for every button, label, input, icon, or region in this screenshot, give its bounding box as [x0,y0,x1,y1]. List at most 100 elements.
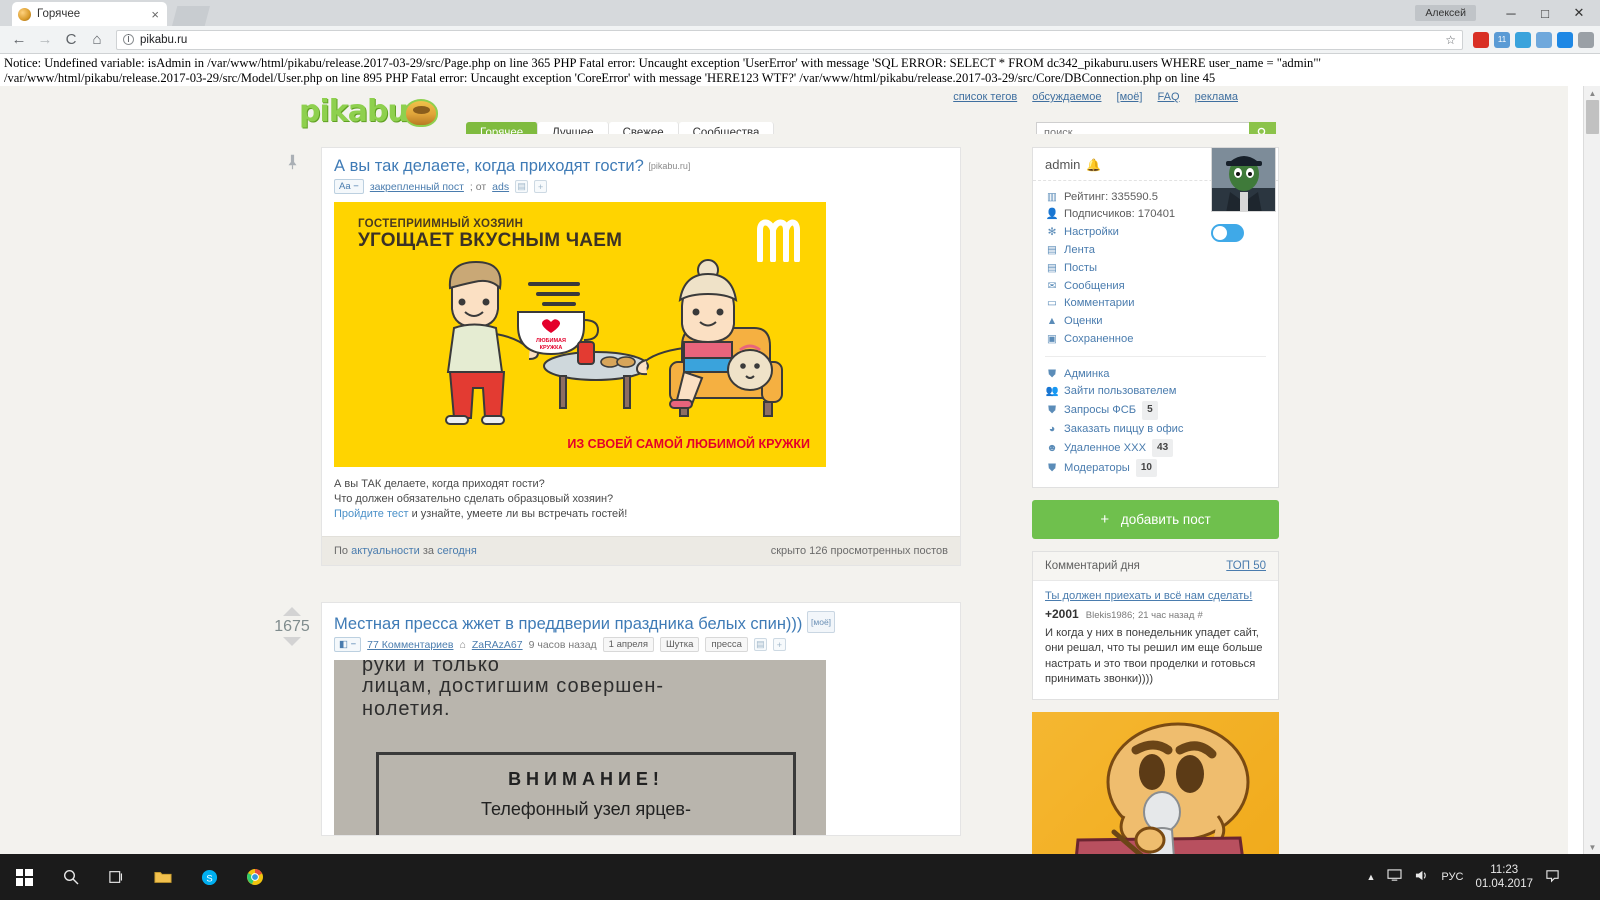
tray-expand-icon[interactable]: ▲ [1366,872,1375,882]
taskbar-show-desktop[interactable] [1568,854,1600,900]
sort-by-relevance-link[interactable]: актуальности [351,545,420,557]
username-label[interactable]: admin [1045,157,1080,172]
top-50-link[interactable]: ТОП 50 [1226,560,1266,572]
post-title[interactable]: А вы так делаете, когда приходят гости? … [322,148,960,176]
save-post-icon[interactable]: ▤ [515,180,529,193]
windows-logo-icon [15,868,33,886]
skype-icon[interactable]: S [186,854,232,900]
chrome-menu-icon[interactable] [1578,31,1594,48]
post-author-link[interactable]: ads [492,181,509,193]
post-tag[interactable]: Шутка [659,637,700,652]
task-view-icon[interactable] [94,854,140,900]
media-type-button[interactable]: ◧ − [334,637,362,652]
expand-post-icon[interactable]: + [534,180,548,193]
ad-kicker-text: ГОСТЕПРИИМНЫЙ ХОЗЯИН [358,218,524,230]
download-icon[interactable] [1557,31,1573,48]
address-bar[interactable]: i pikabu.ru ☆ [116,29,1463,50]
post-body-line-3: Пройдите тест и узнайте, умеете ли вы вс… [334,507,948,522]
home-icon[interactable]: ⌂ [84,27,110,53]
expand-post-icon[interactable]: + [772,638,786,651]
sidebar-item-badge: 5 [1142,401,1158,420]
post-title-link[interactable]: Местная пресса жжет в преддверии праздни… [334,615,802,633]
sidebar-advertisement[interactable]: СТЕНДОВЫЕ МОДЕЛИСТЫ [1032,711,1279,854]
post-tag[interactable]: пресса [705,637,748,652]
taskbar-search-icon[interactable] [48,854,94,900]
top-link-tags[interactable]: список тегов [953,91,1017,103]
tab-close-icon[interactable]: × [149,7,161,22]
sidebar-item-label: Админка [1064,367,1110,380]
bookmark-star-icon[interactable]: ☆ [1445,33,1456,47]
photo-attention-text: ВНИМАНИЕ! [508,769,664,789]
sidebar-item-order-pizza[interactable]: ◕ Заказать пиццу в офис [1045,420,1266,438]
sidebar-item-login-as-user[interactable]: 👥 Зайти пользователем [1045,383,1266,401]
photo-text-line-1: лицам, достигшим совершен- [362,675,665,697]
post-time: 9 часов назад [528,638,597,651]
sidebar-item-feed[interactable]: ▤ Лента [1045,241,1266,259]
take-test-link[interactable]: Пройдите тест [334,508,409,520]
post-photo[interactable]: руки и только лицам, достигшим совершен-… [334,660,826,835]
window-minimize-button[interactable]: ─ [1494,0,1528,26]
post-tag-mine[interactable]: [моё] [807,611,836,633]
pinned-post-link[interactable]: закрепленный пост [370,181,464,193]
scrollbar-thumb[interactable] [1586,100,1599,134]
forward-icon[interactable]: → [32,27,58,53]
extension-icon-cloud[interactable] [1536,31,1552,48]
top-link-faq[interactable]: FAQ [1158,91,1180,103]
post-tag[interactable]: 1 апреля [602,637,654,652]
comment-link[interactable]: Ты должен приехать и всё нам сделать! [1045,589,1266,604]
top-link-mine[interactable]: [моё] [1117,91,1143,103]
sidebar-item-comments[interactable]: ▭ Комментарии [1045,295,1266,313]
window-maximize-button[interactable]: □ [1528,0,1562,26]
sidebar-item-saved[interactable]: ▣ Сохраненное [1045,330,1266,348]
file-explorer-icon[interactable] [140,854,186,900]
language-indicator[interactable]: РУС [1441,871,1463,883]
extension-icon-adblock[interactable] [1473,31,1489,48]
reload-icon[interactable]: C [58,27,84,53]
photo-text-line-2: нолетия. [362,698,451,720]
avatar[interactable] [1211,147,1276,212]
extension-icon-translate[interactable] [1515,31,1531,48]
shield-icon: ⛊ [1048,367,1056,380]
add-post-button[interactable]: + добавить пост [1032,499,1279,539]
sidebar-item-posts[interactable]: ▤ Посты [1045,259,1266,277]
volume-icon[interactable] [1414,869,1429,885]
advertisement-banner[interactable]: ГОСТЕПРИИМНЫЙ ХОЗЯИН УГОЩАЕТ ВКУСНЫМ ЧАЕ… [334,202,826,467]
back-icon[interactable]: ← [6,27,32,53]
post-card: А вы так делаете, когда приходят гости? … [288,147,961,566]
chrome-icon[interactable] [232,854,278,900]
post-title[interactable]: Местная пресса жжет в преддверии праздни… [322,603,960,634]
sidebar-item-fsb-requests[interactable]: ⛊ Запросы ФСБ 5 [1045,401,1266,421]
sidebar-item-ratings[interactable]: ▲ Оценки [1045,312,1266,330]
comments-link[interactable]: 77 Комментариев [367,639,453,651]
window-user-label[interactable]: Алексей [1415,5,1476,21]
post-title-link[interactable]: А вы так делаете, когда приходят гости? [334,157,644,175]
font-size-button[interactable]: Aa − [334,179,364,194]
notification-icon[interactable] [1545,869,1560,886]
window-close-button[interactable]: ✕ [1562,0,1596,26]
upvote-icon[interactable] [283,607,301,616]
page-scrollbar[interactable]: ▲ ▼ [1583,86,1600,854]
comment-anchor-link[interactable]: # [1197,610,1202,621]
top-link-discussed[interactable]: обсуждаемое [1032,91,1101,103]
monitor-icon[interactable] [1387,869,1402,885]
top-link-ads[interactable]: реклама [1195,91,1238,103]
sort-period-link[interactable]: сегодня [437,545,477,557]
bell-icon[interactable]: 🔔 [1086,158,1101,172]
browser-tab[interactable]: Горячее × [12,2,167,26]
new-tab-button[interactable] [172,6,210,26]
extension-badge-count[interactable]: 11 [1494,31,1510,48]
downvote-icon[interactable] [283,637,301,646]
comment-author[interactable]: Blekis1986; [1086,610,1135,621]
site-info-icon[interactable]: i [123,34,134,45]
scroll-up-icon[interactable]: ▲ [1584,86,1600,100]
sidebar-item-moderators[interactable]: ⛊ Модераторы 10 [1045,458,1266,478]
scroll-down-icon[interactable]: ▼ [1584,840,1600,854]
sidebar-item-deleted-xxx[interactable]: ☻ Удаленное XXX 43 [1045,438,1266,458]
sidebar-item-admin[interactable]: ⛊ Админка [1045,365,1266,383]
theme-toggle[interactable] [1211,224,1244,242]
taskbar-clock[interactable]: 11:23 01.04.2017 [1475,863,1533,891]
post-author-link[interactable]: ZaRAzA67 [472,639,523,651]
windows-start-icon[interactable] [0,854,48,900]
save-post-icon[interactable]: ▤ [753,638,767,651]
sidebar-item-messages[interactable]: ✉ Сообщения [1045,277,1266,295]
